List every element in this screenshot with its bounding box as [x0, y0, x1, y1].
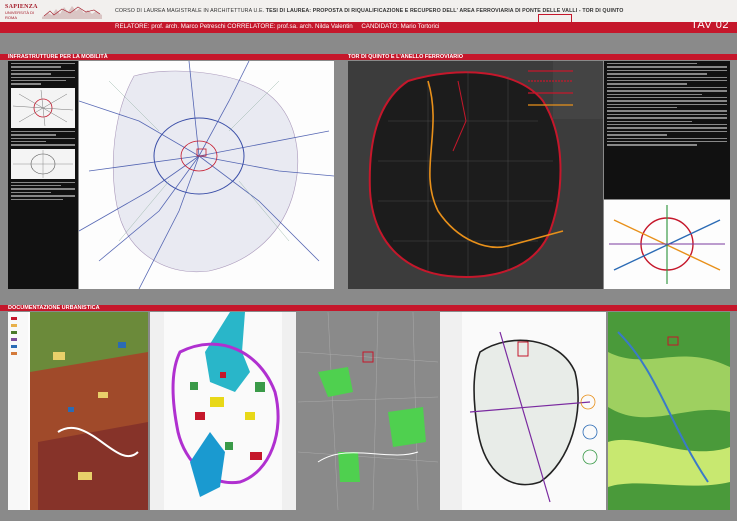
course-label: CORSO DI LAUREA MAGISTRALE IN ARCHITETTU… [115, 8, 265, 14]
ecological-map [608, 312, 730, 510]
section-title-anello: TOR DI QUINTO E L'ANELLO FERROVIARIO [348, 54, 464, 60]
relatore-text: RELATORE: prof. arch. Marco Petreschi CO… [115, 23, 353, 30]
zoning-map-1 [8, 312, 148, 510]
road-network-map [79, 61, 334, 289]
mini-ring-map-icon [13, 149, 73, 178]
mini-map-icon [12, 89, 74, 126]
doc-panel-1 [8, 312, 148, 510]
infra-text-column [8, 61, 78, 289]
university-logo: SAPIENZA UNIVERSITÀ DI ROMA [5, 4, 37, 20]
strategic-plan-map [150, 312, 296, 510]
railway-plan-map [440, 312, 606, 510]
credits-line: RELATORE: prof. arch. Marco Petreschi CO… [115, 23, 439, 30]
sheet-number: TAV 02 [690, 19, 729, 31]
doc-panel-3 [298, 312, 438, 510]
metro-diagram [609, 205, 725, 284]
doc-panel-5 [608, 312, 730, 510]
doc-section-band [0, 305, 737, 311]
thesis-label: TESI DI LAUREA: [265, 8, 312, 14]
logo-subtext: UNIVERSITÀ DI ROMA [5, 10, 35, 20]
metro-diagram-panel [604, 200, 730, 289]
anello-text-column [604, 61, 730, 199]
anello-map-panel [348, 61, 603, 289]
doc-panel-4 [440, 312, 606, 510]
section-title-infra: INFRASTRUTTURE PER LA MOBILITÀ [8, 54, 108, 60]
railway-ring-map [348, 61, 603, 289]
infra-map-panel [79, 61, 334, 289]
decorative-skyline-icon [42, 6, 102, 19]
thesis-title: PROPOSTA DI RIQUALIFICAZIONE E RECUPERO … [312, 8, 624, 14]
doc-panel-2 [150, 312, 296, 510]
candidato-text: CANDIDATO: Mario Tortorici [361, 23, 440, 30]
aerial-map [298, 312, 438, 510]
decorative-stamp [538, 14, 572, 24]
section-title-doc: DOCUMENTAZIONE URBANISTICA [8, 305, 100, 311]
